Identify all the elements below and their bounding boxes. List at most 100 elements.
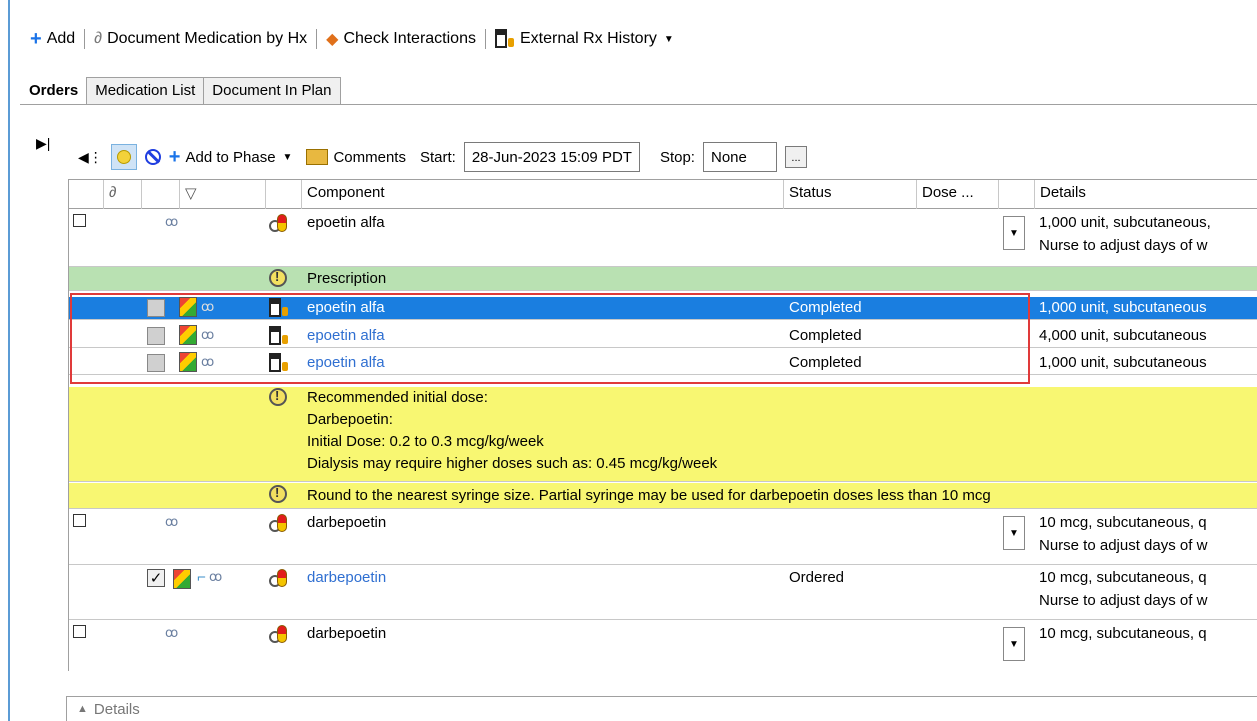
order-row[interactable]: ꝏ epoetin alfa Completed 1,000 unit, sub… <box>69 352 1257 375</box>
left-border <box>8 0 10 721</box>
pill-order-icon <box>269 569 291 593</box>
chain-link-icon: ꝏ <box>165 514 178 529</box>
stop-date-field[interactable]: None <box>702 142 777 172</box>
header-flag-col[interactable]: ▽ <box>180 180 266 209</box>
order-row-darbepoetin[interactable]: ꝏ darbepoetin ▼ 10 mcg, subcutaneous, q <box>69 621 1257 671</box>
note-text: Round to the nearest syringe size. Parti… <box>307 487 991 504</box>
main-toolbar: + Add ∂ Document Medication by Hx ◆ Chec… <box>30 26 674 52</box>
note-line4: Dialysis may require higher doses such a… <box>307 455 718 472</box>
tab-medication-list[interactable]: Medication List <box>86 77 205 104</box>
flag-icon: ▽ <box>185 185 197 202</box>
order-row-darbepoetin[interactable]: ꝏ darbepoetin ▼ 10 mcg, subcutaneous, q … <box>69 510 1257 565</box>
document-medication-label: Document Medication by Hx <box>107 30 308 47</box>
tab-orders[interactable]: Orders <box>22 77 88 104</box>
header-component[interactable]: Component <box>302 180 784 209</box>
alert-icon <box>269 269 287 291</box>
details-label: Details <box>93 700 140 718</box>
plus-icon: + <box>168 146 181 168</box>
comments-label: Comments <box>333 148 406 166</box>
document-medication-button[interactable]: ∂ Document Medication by Hx <box>94 30 307 48</box>
header-details[interactable]: Details <box>1035 180 1257 209</box>
syringe-icon: ⌐ <box>197 569 206 586</box>
order-row-epoetin[interactable]: ꝏ epoetin alfa ▼ 1,000 unit, subcutaneou… <box>69 210 1257 267</box>
details-line1: 1,000 unit, subcutaneous <box>1039 299 1207 316</box>
orders-grid: ∂ ▽ Component Status Dose ... Details ꝏ … <box>68 179 1257 671</box>
component-name[interactable]: epoetin alfa <box>307 327 385 344</box>
row-checkbox[interactable] <box>73 214 86 231</box>
add-button[interactable]: + Add <box>30 29 75 49</box>
chain-link-icon: ꝏ <box>165 214 178 229</box>
details-dropdown[interactable]: ▼ <box>1003 516 1025 550</box>
chain-link-icon: ꝏ <box>201 327 214 342</box>
expand-panel-icon[interactable]: ▶| <box>36 135 50 152</box>
order-status: Ordered <box>789 569 845 586</box>
header-dose[interactable]: Dose ... <box>917 180 999 209</box>
component-name[interactable]: epoetin alfa <box>307 299 385 316</box>
pill-order-icon <box>269 625 291 649</box>
row-checkbox[interactable] <box>147 299 165 321</box>
cancel-icon[interactable] <box>144 149 161 165</box>
start-date-field[interactable]: 28-Jun-2023 15:09 PDT <box>463 142 640 172</box>
details-line1: 10 mcg, subcutaneous, q <box>1039 569 1207 586</box>
chain-link-icon: ꝏ <box>165 625 178 640</box>
order-row-darbepoetin-ordered[interactable]: ✓ ⌐ ꝏ darbepoetin Ordered 10 mcg, subcut… <box>69 565 1257 620</box>
row-checkbox[interactable] <box>73 514 86 531</box>
details-line1: 1,000 unit, subcutaneous, <box>1039 214 1211 231</box>
component-name: darbepoetin <box>307 625 387 642</box>
check-interactions-button[interactable]: ◆ Check Interactions <box>326 29 476 49</box>
details-line1: 10 mcg, subcutaneous, q <box>1039 625 1207 642</box>
check-interactions-label: Check Interactions <box>343 30 476 47</box>
prescription-bottle-icon <box>269 298 289 322</box>
details-dropdown[interactable]: ▼ <box>1003 216 1025 250</box>
component-name[interactable]: darbepoetin <box>307 569 386 586</box>
chain-link-icon: ꝏ <box>201 354 214 369</box>
order-row-selected[interactable]: ꝏ epoetin alfa Completed 1,000 unit, sub… <box>69 297 1257 320</box>
comments-button[interactable]: Comments <box>306 149 406 166</box>
prescription-bottle-icon <box>494 29 515 49</box>
note-line3: Initial Dose: 0.2 to 0.3 mcg/kg/week <box>307 433 544 450</box>
order-status: Completed <box>789 299 862 316</box>
header-checkbox-col <box>69 180 104 209</box>
component-name: darbepoetin <box>307 514 387 531</box>
order-status: Completed <box>789 327 862 344</box>
speaker-icon[interactable]: ◀⋮ <box>78 149 103 166</box>
header-dropdown-col <box>999 180 1035 209</box>
section-label: Prescription <box>307 270 387 287</box>
external-rx-label: External Rx History <box>519 30 657 47</box>
details-line2: Nurse to adjust days of w <box>1039 237 1208 254</box>
row-checkbox[interactable] <box>147 354 165 376</box>
tab-strip: Orders Medication List Document In Plan <box>22 77 341 104</box>
header-spacer-col <box>142 180 180 209</box>
row-checkbox-checked[interactable]: ✓ <box>147 569 165 587</box>
stop-date-picker-button[interactable]: ... <box>784 146 807 168</box>
header-link-col[interactable]: ∂ <box>104 180 142 209</box>
order-row[interactable]: ꝏ epoetin alfa Completed 4,000 unit, sub… <box>69 325 1257 348</box>
details-panel-toggle[interactable]: ▲ Details <box>66 696 1257 721</box>
add-to-phase-button[interactable]: + Add to Phase ▼ <box>169 147 293 167</box>
link-icon: ∂ <box>109 184 117 201</box>
component-name[interactable]: epoetin alfa <box>307 354 385 371</box>
component-name: epoetin alfa <box>307 214 385 231</box>
note-line2: Darbepoetin: <box>307 411 393 428</box>
collapse-up-icon: ▲ <box>77 703 88 715</box>
chain-link-icon: ꝏ <box>201 299 214 314</box>
stethoscope-icon: ∂ <box>94 30 103 47</box>
suggestions-button[interactable] <box>110 144 137 170</box>
tab-document-in-plan[interactable]: Document In Plan <box>203 77 341 104</box>
lightbulb-icon <box>116 150 131 164</box>
external-rx-history-button[interactable]: External Rx History ▼ <box>494 29 674 49</box>
row-checkbox[interactable] <box>73 625 86 642</box>
header-status[interactable]: Status <box>784 180 917 209</box>
order-status: Completed <box>789 354 862 371</box>
prescription-section-row: Prescription <box>69 267 1257 291</box>
details-line1: 1,000 unit, subcutaneous <box>1039 354 1207 371</box>
tab-divider <box>20 104 1257 105</box>
details-line1: 10 mcg, subcutaneous, q <box>1039 514 1207 531</box>
order-status-icon <box>179 352 197 376</box>
row-checkbox[interactable] <box>147 327 165 349</box>
pills-icon: ◆ <box>326 31 339 48</box>
prescription-bottle-icon <box>269 353 289 377</box>
details-dropdown[interactable]: ▼ <box>1003 627 1025 661</box>
separator <box>84 29 86 49</box>
comments-icon <box>306 149 329 165</box>
